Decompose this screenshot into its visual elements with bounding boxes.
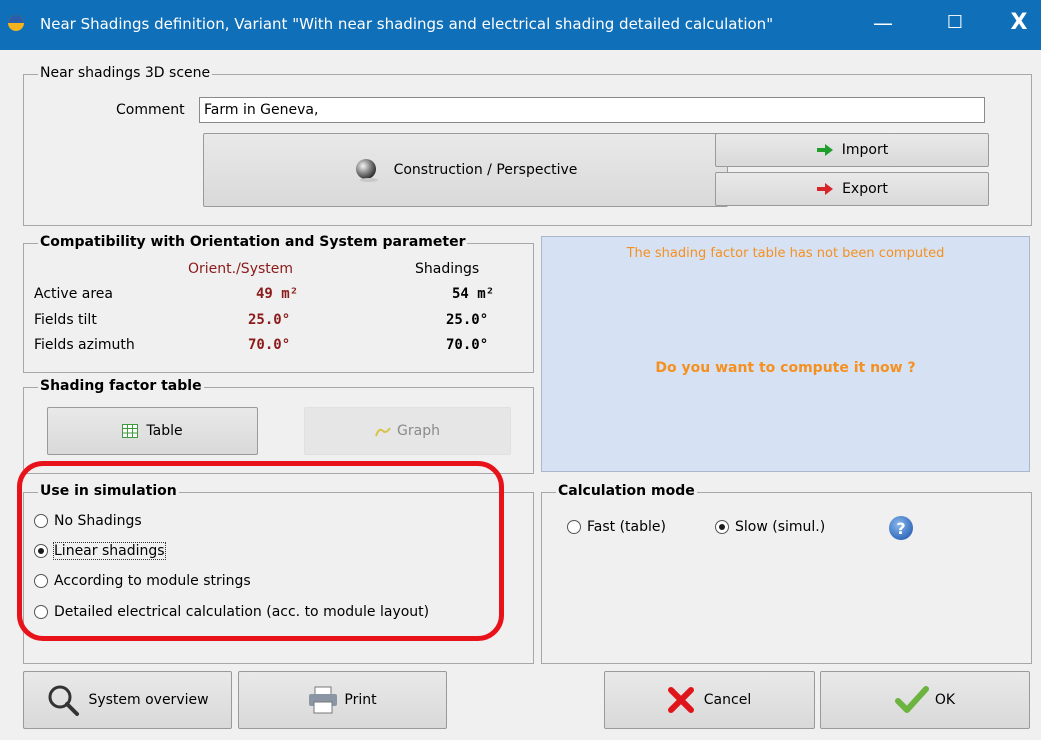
cancel-button[interactable]: Cancel: [604, 671, 815, 729]
fields-azimuth-label: Fields azimuth: [34, 337, 135, 353]
fields-tilt-shadings-value: 25.0°: [446, 312, 489, 328]
sphere-icon: [355, 159, 378, 182]
detailed-electrical-label: Detailed electrical calculation (acc. to…: [54, 604, 430, 620]
scene-legend: Near shadings 3D scene: [38, 65, 213, 81]
slow-simul-radio[interactable]: Slow (simul.): [715, 519, 825, 535]
no-shadings-label: No Shadings: [54, 513, 142, 529]
ok-label: OK: [934, 692, 956, 708]
orient-system-header: Orient./System: [188, 261, 294, 277]
table-button-label: Table: [146, 423, 183, 439]
fields-tilt-orient-value: 25.0°: [248, 312, 291, 328]
import-button[interactable]: Import: [715, 133, 989, 167]
checkmark-icon: [894, 686, 929, 713]
magnifier-icon: [48, 685, 80, 716]
export-label: Export: [842, 181, 888, 197]
module-strings-radio[interactable]: According to module strings: [34, 573, 251, 589]
compute-question: Do you want to compute it now ?: [655, 360, 916, 376]
construction-perspective-label: Construction / Perspective: [393, 162, 578, 178]
slow-simul-label: Slow (simul.): [735, 519, 826, 535]
system-overview-label: System overview: [88, 692, 209, 708]
svg-text:?: ?: [896, 519, 905, 538]
cancel-x-icon: [667, 687, 694, 713]
fast-table-label: Fast (table): [587, 519, 666, 535]
title-bar: Near Shadings definition, Variant "With …: [0, 0, 1041, 50]
graph-button[interactable]: Graph: [304, 407, 511, 455]
linear-shadings-radio-dot[interactable]: [34, 544, 48, 558]
compatibility-group: Compatibility with Orientation and Syste…: [23, 234, 534, 373]
print-button[interactable]: Print: [238, 671, 447, 729]
question-icon[interactable]: ?: [888, 515, 914, 541]
printer-icon: [309, 686, 338, 714]
shading-factor-table-legend: Shading factor table: [38, 378, 204, 394]
table-icon: [122, 424, 139, 438]
slow-simul-radio-dot[interactable]: [715, 520, 729, 534]
comment-input[interactable]: [199, 97, 985, 123]
use-in-simulation-legend: Use in simulation: [38, 483, 179, 499]
window-title: Near Shadings definition, Variant "With …: [40, 15, 774, 33]
no-shadings-radio[interactable]: No Shadings: [34, 513, 142, 529]
fields-tilt-label: Fields tilt: [34, 312, 97, 328]
fields-azimuth-shadings-value: 70.0°: [446, 337, 489, 353]
export-button[interactable]: Export: [715, 172, 989, 206]
maximize-button[interactable]: ☐: [940, 8, 970, 38]
module-strings-label: According to module strings: [54, 573, 251, 589]
active-area-label: Active area: [34, 286, 113, 302]
no-shadings-radio-dot[interactable]: [34, 514, 48, 528]
ok-button[interactable]: OK: [820, 671, 1030, 729]
active-area-orient-value: 49 m²: [256, 286, 299, 302]
table-button[interactable]: Table: [47, 407, 258, 455]
import-arrow-icon: [816, 144, 833, 156]
linear-shadings-label: Linear shadings: [53, 542, 166, 560]
graph-button-label: Graph: [397, 423, 440, 439]
import-label: Import: [841, 142, 889, 158]
detailed-electrical-radio-dot[interactable]: [34, 605, 48, 619]
system-overview-button[interactable]: System overview: [23, 671, 232, 729]
compatibility-legend: Compatibility with Orientation and Syste…: [38, 234, 468, 250]
linear-shadings-radio[interactable]: Linear shadings: [34, 542, 166, 560]
fields-azimuth-orient-value: 70.0°: [248, 337, 291, 353]
use-in-simulation-group: Use in simulation No Shadings Linear sha…: [23, 483, 534, 664]
calculation-mode-legend: Calculation mode: [556, 483, 697, 499]
shading-info-panel: The shading factor table has not been co…: [541, 236, 1030, 472]
fast-table-radio-dot[interactable]: [567, 520, 581, 534]
comment-label: Comment: [116, 102, 185, 118]
minimize-button[interactable]: —: [868, 8, 898, 38]
construction-perspective-button[interactable]: Construction / Perspective: [203, 133, 728, 207]
graph-icon: [375, 427, 391, 437]
module-strings-radio-dot[interactable]: [34, 574, 48, 588]
scene-group: Near shadings 3D scene Comment Construct…: [23, 65, 1032, 226]
active-area-shadings-value: 54 m²: [452, 286, 495, 302]
calculation-mode-group: Calculation mode Fast (table) Slow (simu…: [541, 483, 1032, 664]
fast-table-radio[interactable]: Fast (table): [567, 519, 666, 535]
shadings-header: Shadings: [415, 261, 480, 277]
not-computed-message: The shading factor table has not been co…: [626, 246, 945, 261]
export-arrow-icon: [817, 183, 834, 195]
print-label: Print: [344, 692, 377, 708]
detailed-electrical-radio[interactable]: Detailed electrical calculation (acc. to…: [34, 604, 429, 620]
app-logo-icon: [8, 15, 24, 31]
close-button[interactable]: X: [1004, 8, 1034, 38]
shading-factor-table-group: Shading factor table Table Graph: [23, 378, 534, 474]
cancel-label: Cancel: [703, 692, 752, 708]
